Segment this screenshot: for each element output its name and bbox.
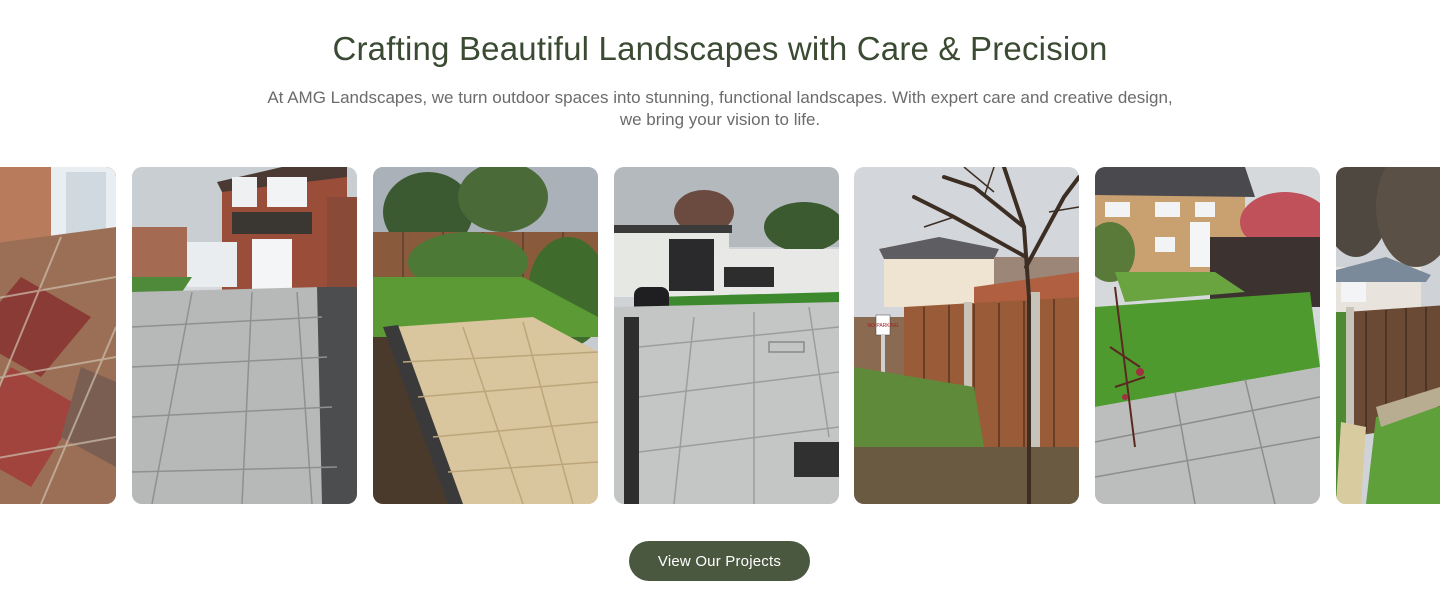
no-parking-sign: NO PARKING [867, 323, 898, 329]
gallery-image-1[interactable] [0, 167, 116, 504]
gallery-image-7[interactable] [1336, 167, 1440, 504]
project-gallery[interactable]: NO PARKING [0, 167, 1440, 504]
page-title: Crafting Beautiful Landscapes with Care … [332, 30, 1108, 67]
gallery-image-4[interactable] [614, 167, 839, 504]
gallery-image-5[interactable]: NO PARKING [854, 167, 1079, 504]
view-projects-button[interactable]: View Our Projects [629, 541, 810, 581]
gallery-image-6[interactable] [1095, 167, 1320, 504]
gallery-image-2[interactable] [132, 167, 357, 504]
intro-paragraph: At AMG Landscapes, we turn outdoor space… [267, 88, 1173, 129]
gallery-image-3[interactable] [373, 167, 598, 504]
